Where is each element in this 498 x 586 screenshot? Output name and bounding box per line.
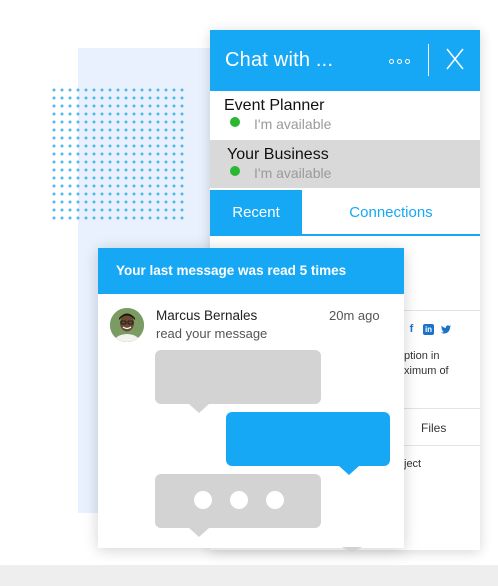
bubble-tail	[189, 528, 209, 537]
files-label[interactable]: Files	[421, 421, 446, 435]
typing-dot	[194, 491, 212, 509]
tab-recent[interactable]: Recent	[210, 190, 302, 236]
contact-name: Your Business	[227, 146, 329, 163]
typing-dot	[266, 491, 284, 509]
chat-title: Chat with ...	[225, 49, 334, 71]
close-icon[interactable]	[445, 47, 465, 71]
outgoing-bubble	[226, 412, 390, 466]
typing-dot	[230, 491, 248, 509]
header-divider	[428, 44, 429, 76]
bottom-strip	[0, 565, 498, 586]
message-card: Your last message was read 5 times Marcu…	[98, 248, 404, 553]
status-available-icon	[230, 166, 240, 176]
twitter-icon[interactable]	[440, 324, 452, 335]
contact-your-business[interactable]: Your Business I'm available	[210, 140, 480, 188]
social-links: f in	[406, 324, 452, 335]
contact-name: Event Planner	[224, 97, 325, 114]
card-header: Your last message was read 5 times	[98, 248, 404, 294]
divider	[400, 445, 480, 446]
contact-event-planner[interactable]: Event Planner I'm available	[210, 91, 480, 139]
partial-text: ject	[404, 458, 422, 470]
bubble-tail	[342, 547, 362, 553]
contact-status: I'm available	[254, 165, 332, 181]
tab-connections[interactable]: Connections	[302, 190, 480, 236]
message-time: 20m ago	[329, 308, 380, 323]
facebook-icon[interactable]: f	[406, 324, 417, 335]
partial-text: ption in	[404, 350, 440, 362]
incoming-bubble	[155, 350, 321, 404]
bubble-tail	[189, 404, 209, 413]
contact-status: I'm available	[254, 116, 332, 132]
avatar[interactable]	[110, 308, 144, 342]
dot-pattern	[50, 86, 184, 222]
sender-name: Marcus Bernales	[156, 308, 258, 323]
bubble-tail	[339, 466, 359, 475]
partial-text: ximum of	[404, 365, 449, 377]
divider	[400, 408, 480, 409]
chat-header: Chat with ...	[210, 30, 480, 91]
message-preview: read your message	[156, 326, 268, 341]
more-options-icon[interactable]	[389, 54, 419, 68]
tab-underline	[302, 234, 480, 236]
status-available-icon	[230, 117, 240, 127]
divider	[400, 310, 480, 311]
linkedin-icon[interactable]: in	[423, 324, 434, 335]
card-title: Your last message was read 5 times	[116, 263, 347, 278]
